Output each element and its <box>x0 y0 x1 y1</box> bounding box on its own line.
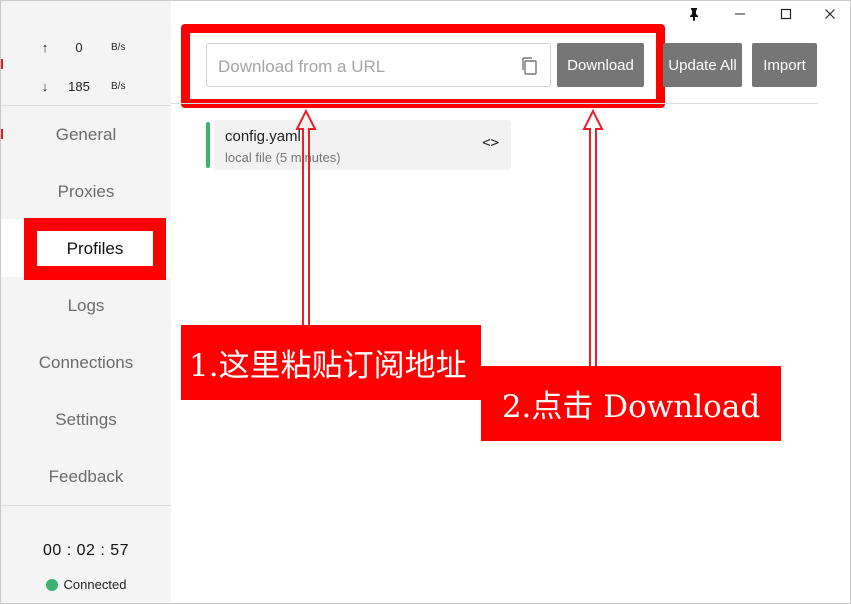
profile-description: local file (5 minutes) <box>225 150 341 165</box>
uptime-clock: 00 : 02 : 57 <box>42 542 130 559</box>
connection-status: Connected <box>1 577 171 592</box>
divider <box>1 505 171 506</box>
edit-code-icon[interactable]: <> <box>482 135 499 151</box>
sidebar-item-feedback[interactable]: Feedback <box>1 457 171 497</box>
status-dot-icon <box>45 578 58 591</box>
close-icon[interactable] <box>807 1 850 27</box>
import-button[interactable]: Import <box>752 43 817 87</box>
profile-card[interactable]: config.yaml local file (5 minutes) <> <box>214 120 511 170</box>
status-label: Connected <box>63 577 127 592</box>
sidebar-item-proxies[interactable]: Proxies <box>1 172 171 212</box>
maximize-icon[interactable] <box>763 1 809 27</box>
download-arrow-icon: ↓ <box>41 78 49 94</box>
paste-icon[interactable] <box>520 56 538 76</box>
app-window: ↑ 0 B/s ↓ 185 B/s General Proxies Logs C… <box>0 0 851 604</box>
download-unit: B/s <box>111 80 126 92</box>
divider <box>1 105 171 106</box>
annotation-step-2: 2.点击 Download <box>481 366 781 441</box>
upload-speed: ↑ 0 B/s <box>1 37 171 57</box>
divider <box>171 103 818 104</box>
url-input-placeholder: Download from a URL <box>218 57 386 76</box>
active-profile-indicator <box>206 122 210 168</box>
annotation-step-1: 1.这里粘贴订阅地址 <box>181 325 481 400</box>
minimize-icon[interactable] <box>717 1 763 27</box>
sidebar-item-logs[interactable]: Logs <box>1 286 171 326</box>
pin-icon[interactable] <box>671 1 717 27</box>
sidebar-item-general[interactable]: General <box>1 115 171 155</box>
sidebar-item-profiles[interactable]: Profiles <box>37 231 153 266</box>
arrow-to-download-button <box>582 108 604 367</box>
download-speed: ↓ 185 B/s <box>1 76 171 96</box>
download-value: 185 <box>68 78 90 94</box>
sidebar-item-connections[interactable]: Connections <box>1 343 171 383</box>
sidebar: ↑ 0 B/s ↓ 185 B/s General Proxies Logs C… <box>1 1 171 603</box>
sidebar-item-settings[interactable]: Settings <box>1 400 171 440</box>
upload-unit: B/s <box>111 41 126 53</box>
profile-name: config.yaml <box>225 128 301 145</box>
url-input[interactable]: Download from a URL <box>206 43 551 87</box>
upload-value: 0 <box>75 39 83 55</box>
download-button[interactable]: Download <box>557 43 644 87</box>
red-edge-mark <box>1 59 3 69</box>
upload-arrow-icon: ↑ <box>41 39 49 55</box>
update-all-button[interactable]: Update All <box>663 43 742 87</box>
